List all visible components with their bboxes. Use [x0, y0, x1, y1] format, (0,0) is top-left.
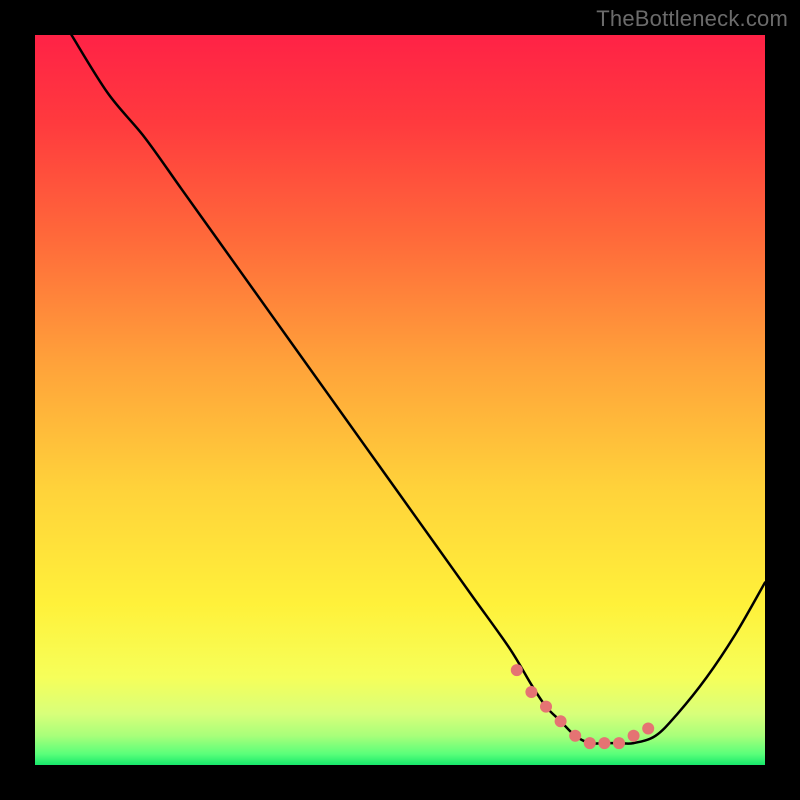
highlight-point: [540, 701, 552, 713]
highlight-point: [511, 664, 523, 676]
highlight-point: [525, 686, 537, 698]
highlight-point: [584, 737, 596, 749]
highlight-point: [642, 723, 654, 735]
gradient-backdrop: [35, 35, 765, 765]
watermark-label: TheBottleneck.com: [596, 6, 788, 32]
plot-area: [35, 35, 765, 765]
highlight-point: [613, 737, 625, 749]
chart-frame: TheBottleneck.com: [0, 0, 800, 800]
highlight-point: [628, 730, 640, 742]
highlight-point: [598, 737, 610, 749]
highlight-point: [569, 730, 581, 742]
highlight-point: [555, 715, 567, 727]
chart-svg: [35, 35, 765, 765]
